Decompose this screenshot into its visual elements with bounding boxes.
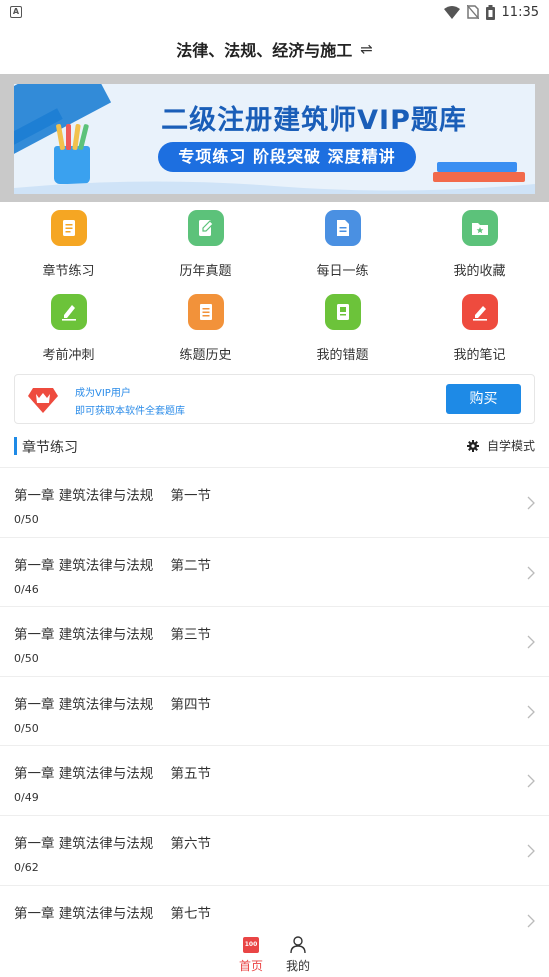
- vip-title: 成为VIP用户: [75, 388, 131, 399]
- pencil-illustration: [66, 124, 71, 150]
- swap-icon[interactable]: ⇌: [360, 40, 373, 58]
- user-icon: [290, 936, 306, 954]
- study-mode-toggle[interactable]: 自学模式: [466, 437, 535, 454]
- subject-switcher[interactable]: 法律、法规、经济与施工 ⇌: [0, 24, 549, 74]
- notification-icon: A: [10, 6, 22, 18]
- chapter-progress: 0/50: [14, 513, 39, 526]
- list-item[interactable]: 第一章 建筑法律与法规 第一节 0/50: [0, 467, 549, 537]
- favorites-icon: [461, 210, 498, 246]
- menu-past-exams[interactable]: 历年真题: [137, 202, 274, 286]
- tab-home-label: 首页: [238, 959, 263, 973]
- menu-label: 我的收藏: [453, 264, 506, 279]
- chevron-right-icon: [527, 774, 535, 788]
- status-icons: 11:35: [443, 3, 539, 21]
- daily-practice-icon: [324, 210, 361, 246]
- menu-wrong-questions[interactable]: 我的错题: [274, 286, 411, 370]
- clock: 11:35: [501, 4, 539, 20]
- chapter-title: 第一章 建筑法律与法规 第二节: [14, 557, 211, 574]
- menu-label: 我的错题: [316, 348, 369, 363]
- feature-grid: 章节练习 历年真题 每日一练 我的收藏 考前冲刺 练题历史 我的错题 我的笔记: [0, 202, 549, 370]
- home-icon: 100: [243, 937, 259, 953]
- list-item[interactable]: 第一章 建筑法律与法规 第六节 0/62: [0, 814, 549, 885]
- chapter-title: 第一章 建筑法律与法规 第五节: [14, 766, 211, 783]
- banner-carousel[interactable]: 二级注册建筑师VIP题库 专项练习 阶段突破 深度精讲: [0, 74, 549, 202]
- chapter-title: 第一章 建筑法律与法规 第七节: [14, 905, 211, 922]
- menu-pre-exam-sprint[interactable]: 考前冲刺: [0, 286, 137, 370]
- menu-label: 练题历史: [179, 348, 232, 363]
- chevron-right-icon: [527, 844, 535, 858]
- no-sim-icon: [466, 5, 479, 19]
- chapter-title: 第一章 建筑法律与法规 第一节: [14, 488, 211, 504]
- menu-label: 章节练习: [42, 264, 95, 279]
- chevron-right-icon: [527, 566, 535, 580]
- chevron-right-icon: [527, 496, 535, 510]
- pre-exam-sprint-icon: [50, 294, 87, 330]
- menu-favorites[interactable]: 我的收藏: [411, 202, 548, 286]
- tab-home[interactable]: 100 首页: [232, 935, 270, 975]
- menu-label: 每日一练: [316, 264, 369, 279]
- chapter-title: 第一章 建筑法律与法规 第四节: [14, 696, 211, 713]
- list-item[interactable]: 第一章 建筑法律与法规 第七节: [0, 884, 549, 933]
- buy-button[interactable]: 购买: [446, 384, 521, 414]
- battery-icon: [485, 4, 495, 20]
- gear-icon: [466, 439, 479, 452]
- past-exams-icon: [187, 210, 224, 246]
- book-illustration: [437, 162, 517, 172]
- list-item[interactable]: 第一章 建筑法律与法规 第三节 0/50: [0, 606, 549, 676]
- tab-mine[interactable]: 我的: [279, 935, 317, 975]
- list-item[interactable]: 第一章 建筑法律与法规 第四节 0/50: [0, 675, 549, 746]
- bottom-navigation: 100 首页 我的: [0, 929, 549, 977]
- practice-history-icon: [187, 294, 224, 330]
- menu-label: 我的笔记: [453, 348, 506, 363]
- chapter-list: 第一章 建筑法律与法规 第一节 0/50 第一章 建筑法律与法规 第二节 0/4…: [0, 467, 549, 933]
- chapter-progress: 0/50: [14, 652, 39, 666]
- chapter-progress: 0/62: [14, 860, 39, 874]
- page-title: 法律、法规、经济与施工: [176, 41, 353, 60]
- tab-mine-label: 我的: [285, 959, 310, 973]
- status-bar: A 11:35: [0, 0, 549, 24]
- study-mode-label: 自学模式: [486, 439, 535, 453]
- chapter-title: 第一章 建筑法律与法规 第六节: [14, 835, 211, 852]
- banner-headline: 二级注册建筑师VIP题库: [161, 105, 467, 136]
- menu-label: 考前冲刺: [42, 348, 95, 363]
- chapter-progress: 0/49: [14, 791, 39, 805]
- section-accent-bar: [14, 437, 17, 455]
- wrong-questions-icon: [324, 294, 361, 330]
- banner[interactable]: 二级注册建筑师VIP题库 专项练习 阶段突破 深度精讲: [14, 84, 535, 194]
- chevron-right-icon: [527, 635, 535, 649]
- chapter-practice-icon: [50, 210, 87, 246]
- chapter-title: 第一章 建筑法律与法规 第三节: [14, 627, 211, 644]
- notes-icon: [461, 294, 498, 330]
- chapter-progress: 0/46: [14, 582, 39, 596]
- section-title: 章节练习: [22, 440, 78, 456]
- vip-diamond-icon: [28, 388, 58, 413]
- menu-label: 历年真题: [179, 264, 232, 279]
- list-item[interactable]: 第一章 建筑法律与法规 第二节 0/46: [0, 536, 549, 607]
- menu-practice-history[interactable]: 练题历史: [137, 286, 274, 370]
- banner-wave: [14, 181, 535, 194]
- menu-daily-practice[interactable]: 每日一练: [274, 202, 411, 286]
- chevron-right-icon: [527, 914, 535, 928]
- menu-chapter-practice[interactable]: 章节练习: [0, 202, 137, 286]
- wifi-icon: [443, 5, 460, 19]
- chevron-right-icon: [527, 705, 535, 719]
- vip-description: 即可获取本软件全套题库: [75, 406, 185, 417]
- section-header: 章节练习 自学模式: [0, 430, 549, 464]
- banner-tagline: 专项练习 阶段突破 深度精讲: [158, 142, 416, 172]
- menu-notes[interactable]: 我的笔记: [411, 286, 548, 370]
- chapter-progress: 0/50: [14, 721, 39, 735]
- vip-promo-card: 成为VIP用户 即可获取本软件全套题库 购买: [14, 374, 535, 424]
- list-item[interactable]: 第一章 建筑法律与法规 第五节 0/49: [0, 745, 549, 815]
